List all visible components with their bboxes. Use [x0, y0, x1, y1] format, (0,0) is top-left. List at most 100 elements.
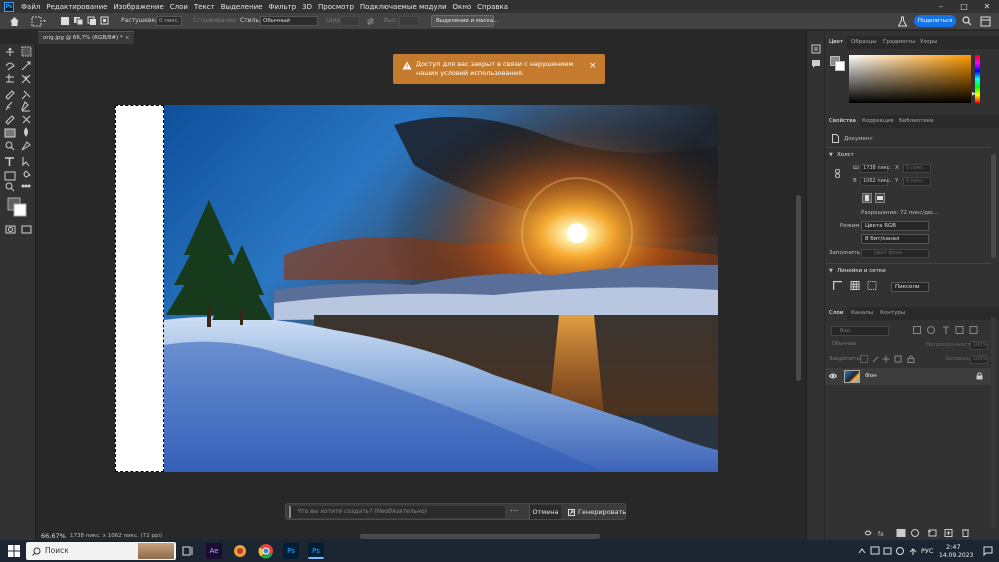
chrome-icon[interactable]: [258, 543, 274, 559]
chevron-down-icon[interactable]: ▼: [829, 152, 833, 158]
select-and-mask-button[interactable]: Выделение и маска...: [431, 15, 498, 27]
width-input[interactable]: [340, 16, 360, 26]
fill-color-field[interactable]: Цвет фона: [861, 249, 929, 258]
menu-view[interactable]: Просмотр: [315, 3, 357, 11]
marquee-preset-icon[interactable]: [31, 16, 47, 27]
menu-edit[interactable]: Редактирование: [43, 3, 110, 11]
share-button[interactable]: Поделиться: [914, 15, 956, 27]
photoshop-active-taskbar-icon[interactable]: Ps: [308, 543, 324, 559]
grid-guides-icons[interactable]: [833, 281, 877, 291]
tab-channels[interactable]: Каналы: [847, 307, 877, 320]
language-indicator[interactable]: РУС: [921, 547, 933, 555]
search-icon[interactable]: [962, 16, 972, 26]
lock-icon[interactable]: [976, 372, 983, 380]
canvas-section-title[interactable]: Холст: [837, 152, 854, 158]
style-select[interactable]: Обычный: [260, 16, 318, 26]
task-view-icon[interactable]: [180, 543, 196, 559]
layer-row[interactable]: Фон: [825, 368, 991, 385]
close-tab-icon[interactable]: ×: [125, 32, 130, 44]
horizontal-scrollbar[interactable]: [360, 534, 600, 539]
layer-name[interactable]: Фон: [865, 373, 877, 379]
maximize-icon[interactable]: □: [953, 0, 975, 13]
menu-image[interactable]: Изображение: [110, 3, 166, 11]
tab-color[interactable]: Цвет: [825, 36, 848, 49]
menu-filter[interactable]: Фильтр: [265, 3, 299, 11]
more-options-icon[interactable]: ⋯: [510, 506, 518, 516]
link-icon[interactable]: [835, 169, 840, 178]
taskbar-search[interactable]: Поиск: [26, 542, 176, 560]
workspace-icon[interactable]: [980, 16, 991, 27]
tab-swatches[interactable]: Образцы: [847, 36, 881, 49]
opacity-field[interactable]: 100%: [970, 341, 988, 350]
layers-scrollbar[interactable]: [991, 318, 996, 528]
after-effects-icon[interactable]: Ae: [206, 543, 222, 559]
blend-mode-select[interactable]: Обычные: [830, 341, 890, 350]
menu-plugins[interactable]: Подключаемые модули: [357, 3, 450, 11]
flask-icon[interactable]: [897, 16, 908, 27]
background-swatch[interactable]: [835, 61, 845, 71]
close-window-icon[interactable]: ✕: [976, 0, 998, 13]
canvas-y-field[interactable]: 0 пикс.: [903, 177, 931, 186]
feather-input[interactable]: 0 пикс.: [156, 16, 182, 26]
history-icon[interactable]: [811, 44, 821, 54]
tab-paths[interactable]: Контуры: [876, 307, 909, 320]
menu-type[interactable]: Текст: [191, 3, 218, 11]
menu-3d[interactable]: 3D: [299, 3, 315, 11]
color-field[interactable]: [849, 55, 971, 103]
layer-search-input[interactable]: Вид: [831, 326, 889, 336]
selection-mode-icons[interactable]: [60, 16, 110, 27]
clock-date[interactable]: 14.09.2023: [939, 552, 973, 559]
search-highlight-image: [138, 543, 174, 559]
height-input[interactable]: [399, 16, 419, 26]
tab-patterns[interactable]: Узоры: [916, 36, 941, 49]
menu-window[interactable]: Окно: [450, 3, 475, 11]
windows-start-icon[interactable]: [8, 545, 20, 557]
fill-opacity-field[interactable]: 100%: [970, 355, 988, 364]
layer-actions-icons[interactable]: fx: [863, 529, 993, 537]
visibility-eye-icon[interactable]: [829, 373, 837, 379]
lock-icons[interactable]: [860, 355, 916, 363]
canvas-transparent-area[interactable]: [115, 105, 164, 472]
canvas-height-field[interactable]: 1062 пикс.: [860, 177, 891, 186]
system-tray-icons[interactable]: [858, 546, 920, 556]
chevron-down-icon[interactable]: ▼: [829, 268, 833, 274]
document-tab[interactable]: orig.jpg @ 66,7% (RGB/8#) * ×: [38, 31, 134, 44]
vertical-scrollbar[interactable]: [796, 195, 801, 381]
canvas-x-field[interactable]: 0 пикс.: [903, 164, 931, 173]
cancel-button[interactable]: Отмена: [529, 505, 561, 519]
photoshop-taskbar-icon[interactable]: Ps: [283, 543, 299, 559]
antialias-label[interactable]: Сглаживание: [193, 17, 236, 24]
units-select[interactable]: Пиксели: [891, 282, 929, 292]
tab-gradients[interactable]: Градиенты: [879, 36, 919, 49]
clock-time[interactable]: 2:47: [946, 543, 961, 551]
menu-select[interactable]: Выделение: [218, 3, 266, 11]
color-mode-select[interactable]: Цвета RGB: [861, 221, 929, 231]
document-image[interactable]: [164, 105, 718, 472]
layer-filter-icons[interactable]: [913, 326, 979, 335]
menu-help[interactable]: Справка: [474, 3, 511, 11]
canvas-width-field[interactable]: 1738 пикс.: [860, 164, 891, 173]
comments-icon[interactable]: [811, 59, 821, 69]
app-icon[interactable]: [232, 543, 248, 559]
swap-icon[interactable]: [366, 17, 375, 26]
bit-depth-select[interactable]: 8 бит/канал: [861, 234, 929, 244]
properties-scrollbar[interactable]: [991, 154, 996, 258]
orientation-icons[interactable]: [862, 193, 888, 203]
zoom-level[interactable]: 66,67%: [41, 532, 66, 540]
tab-layers[interactable]: Слои: [825, 307, 848, 320]
tab-properties[interactable]: Свойства: [825, 115, 860, 128]
menu-file[interactable]: Файл: [18, 3, 43, 11]
menu-layers[interactable]: Слои: [167, 3, 191, 11]
tab-adjustments[interactable]: Коррекция: [858, 115, 898, 128]
minimize-icon[interactable]: –: [930, 0, 952, 13]
rulers-section-title[interactable]: Линейки и сетки: [837, 268, 886, 274]
notifications-icon[interactable]: [983, 546, 993, 556]
document-info[interactable]: 1738 пикс. x 1062 пикс. (72 ppi): [70, 533, 162, 539]
home-icon[interactable]: [9, 16, 20, 27]
generate-button[interactable]: Генерировать: [578, 505, 626, 519]
panel-icon-strip: [806, 31, 824, 540]
generate-prompt-input[interactable]: Что вы хотите создать? (Необязательно): [289, 506, 505, 518]
generate-icon[interactable]: [568, 509, 575, 516]
close-toast-icon[interactable]: ×: [589, 62, 597, 71]
tab-libraries[interactable]: Библиотеки: [895, 115, 938, 128]
